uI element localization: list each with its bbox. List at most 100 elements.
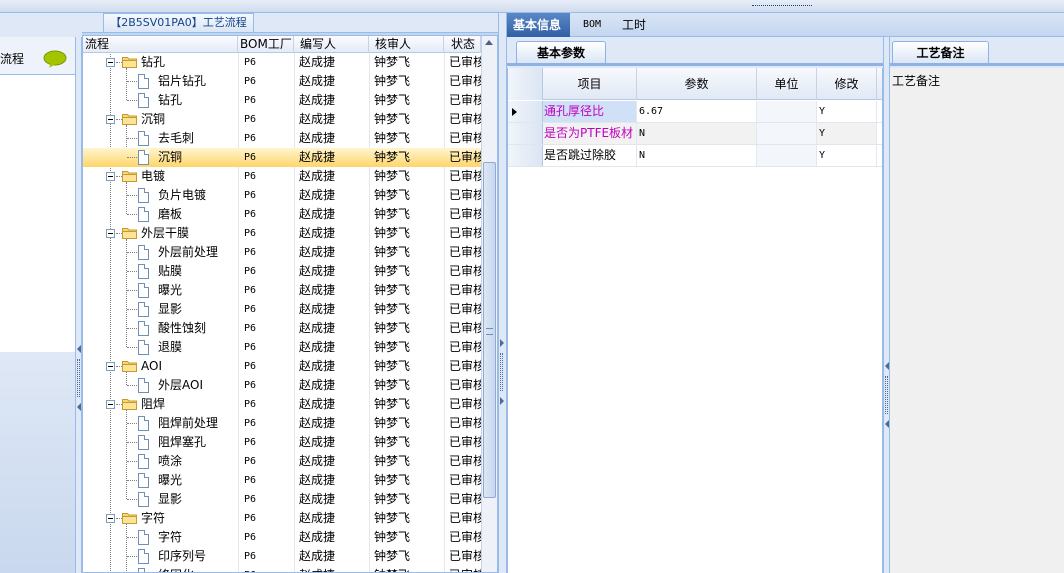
param-value[interactable]: N bbox=[637, 123, 757, 144]
bom-factory: P6 bbox=[244, 399, 257, 410]
reviewer: 钟梦飞 bbox=[374, 131, 411, 145]
top-collapse-strip[interactable] bbox=[0, 0, 1064, 13]
tree-group-row[interactable]: 外层干膜 P6 赵成捷 钟梦飞 已审核 bbox=[83, 224, 481, 243]
tree-group-row[interactable]: 沉铜 P6 赵成捷 钟梦飞 已审核 bbox=[83, 110, 481, 129]
params-tabstrip: 基本参数 bbox=[507, 37, 883, 66]
tree-step-row[interactable]: 外层AOI P6 赵成捷 钟梦飞 已审核 bbox=[83, 376, 481, 395]
tree-connector bbox=[127, 480, 137, 481]
status: 已审核 bbox=[449, 359, 481, 373]
tree-step-row[interactable]: 曝光 P6 赵成捷 钟梦飞 已审核 bbox=[83, 471, 481, 490]
tree-step-row[interactable]: 沉铜 P6 赵成捷 钟梦飞 已审核 bbox=[83, 148, 481, 167]
grid-vertical-scrollbar[interactable] bbox=[481, 36, 497, 572]
tree-group-row[interactable]: AOI P6 赵成捷 钟梦飞 已审核 bbox=[83, 357, 481, 376]
column-header-status[interactable]: 状态 bbox=[444, 36, 481, 53]
column-header-item[interactable]: 项目 bbox=[543, 68, 637, 100]
param-item[interactable]: 通孔厚径比 bbox=[543, 101, 637, 122]
tree-step-row[interactable]: 显影 P6 赵成捷 钟梦飞 已审核 bbox=[83, 490, 481, 509]
column-header-reviewer[interactable]: 核审人 bbox=[369, 36, 444, 53]
collapse-toggle-icon[interactable] bbox=[106, 172, 115, 181]
tree-step-row[interactable]: 终固化 P6 赵成捷 钟梦飞 已审核 bbox=[83, 566, 481, 572]
tree-step-row[interactable]: 印序列号 P6 赵成捷 钟梦飞 已审核 bbox=[83, 547, 481, 566]
tree-group-row[interactable]: 字符 P6 赵成捷 钟梦飞 已审核 bbox=[83, 509, 481, 528]
collapse-toggle-icon[interactable] bbox=[106, 362, 115, 371]
splitter-grip[interactable] bbox=[885, 376, 888, 414]
column-header-value[interactable]: 参数 bbox=[637, 68, 757, 100]
tree-step-row[interactable]: 贴膜 P6 赵成捷 钟梦飞 已审核 bbox=[83, 262, 481, 281]
tree-step-row[interactable]: 磨板 P6 赵成捷 钟梦飞 已审核 bbox=[83, 205, 481, 224]
collapse-right-arrow-icon[interactable] bbox=[500, 339, 504, 347]
collapse-toggle-icon[interactable] bbox=[106, 115, 115, 124]
tree-step-row[interactable]: 阻焊塞孔 P6 赵成捷 钟梦飞 已审核 bbox=[83, 433, 481, 452]
bom-factory: P6 bbox=[244, 513, 257, 524]
writer: 赵成捷 bbox=[299, 55, 336, 69]
scroll-up-arrow-icon[interactable] bbox=[485, 40, 493, 45]
param-value[interactable]: N bbox=[637, 145, 757, 166]
params-grid[interactable]: 项目 参数 单位 修改 通孔厚径比 6.67 Y 是否为PTFE板材 N Y 是否跳过除胶 N… bbox=[507, 68, 883, 573]
right-splitter[interactable] bbox=[883, 37, 890, 573]
tree-step-row[interactable]: 铝片钻孔 P6 赵成捷 钟梦飞 已审核 bbox=[83, 72, 481, 91]
tree-step-row[interactable]: 钻孔 P6 赵成捷 钟梦飞 已审核 bbox=[83, 91, 481, 110]
collapse-right-arrow-icon[interactable] bbox=[500, 397, 504, 405]
row-header[interactable] bbox=[508, 123, 543, 144]
param-item[interactable]: 是否为PTFE板材 bbox=[543, 123, 637, 144]
params-row[interactable]: 通孔厚径比 6.67 Y bbox=[508, 101, 882, 123]
tab-basic-info[interactable]: 基本信息 bbox=[507, 13, 570, 37]
collapse-toggle-icon[interactable] bbox=[106, 58, 115, 67]
column-header-bom-factory[interactable]: BOM工厂 bbox=[238, 36, 294, 53]
tree-step-row[interactable]: 喷涂 P6 赵成捷 钟梦飞 已审核 bbox=[83, 452, 481, 471]
status: 已审核 bbox=[449, 245, 481, 259]
tree-step-row[interactable]: 退膜 P6 赵成捷 钟梦飞 已审核 bbox=[83, 338, 481, 357]
tree-step-row[interactable]: 字符 P6 赵成捷 钟梦飞 已审核 bbox=[83, 528, 481, 547]
collapse-toggle-icon[interactable] bbox=[106, 229, 115, 238]
tree-step-row[interactable]: 去毛刺 P6 赵成捷 钟梦飞 已审核 bbox=[83, 129, 481, 148]
column-header-modify[interactable]: 修改 bbox=[817, 68, 877, 100]
document-icon bbox=[138, 302, 149, 317]
status: 已审核 bbox=[449, 93, 481, 107]
tree-step-row[interactable]: 曝光 P6 赵成捷 钟梦飞 已审核 bbox=[83, 281, 481, 300]
splitter-grip[interactable] bbox=[500, 353, 503, 391]
row-header[interactable] bbox=[508, 145, 543, 166]
row-header[interactable] bbox=[508, 101, 543, 122]
params-row[interactable]: 是否为PTFE板材 N Y bbox=[508, 123, 882, 145]
collapse-left-arrow-icon[interactable] bbox=[77, 403, 81, 411]
document-icon bbox=[138, 473, 149, 488]
collapse-toggle-icon[interactable] bbox=[106, 514, 115, 523]
tree-step-row[interactable]: 酸性蚀刻 P6 赵成捷 钟梦飞 已审核 bbox=[83, 319, 481, 338]
param-unit[interactable] bbox=[757, 145, 817, 166]
tree-group-row[interactable]: 阻焊 P6 赵成捷 钟梦飞 已审核 bbox=[83, 395, 481, 414]
param-modify[interactable]: Y bbox=[817, 123, 877, 144]
process-notes-panel[interactable]: 工艺备注 bbox=[890, 68, 1064, 573]
collapse-arrow-icon[interactable] bbox=[885, 420, 889, 428]
column-header-process[interactable]: 流程 bbox=[83, 36, 238, 53]
tree-group-row[interactable]: 钻孔 P6 赵成捷 钟梦飞 已审核 bbox=[83, 53, 481, 72]
column-header-unit[interactable]: 单位 bbox=[757, 68, 817, 100]
collapse-left-arrow-icon[interactable] bbox=[77, 345, 81, 353]
param-modify[interactable]: Y bbox=[817, 101, 877, 122]
tab-work-hours[interactable]: 工时 bbox=[616, 13, 656, 37]
top-splitter-grip[interactable] bbox=[752, 5, 812, 9]
collapse-toggle-icon[interactable] bbox=[106, 400, 115, 409]
param-unit[interactable] bbox=[757, 101, 817, 122]
tree-group-row[interactable]: 电镀 P6 赵成捷 钟梦飞 已审核 bbox=[83, 167, 481, 186]
tab-process-notes[interactable]: 工艺备注 bbox=[892, 41, 989, 63]
tree-step-row[interactable]: 外层前处理 P6 赵成捷 钟梦飞 已审核 bbox=[83, 243, 481, 262]
process-grid[interactable]: 流程 BOM工厂 编写人 核审人 状态 钻孔P6赵成捷钟梦飞已审核铝片钻孔P6赵… bbox=[82, 35, 498, 573]
tree-step-row[interactable]: 负片电镀 P6 赵成捷 钟梦飞 已审核 bbox=[83, 186, 481, 205]
speech-bubble-icon[interactable] bbox=[42, 50, 68, 68]
param-value[interactable]: 6.67 bbox=[637, 101, 757, 122]
reviewer: 钟梦飞 bbox=[374, 302, 411, 316]
param-unit[interactable] bbox=[757, 123, 817, 144]
middle-splitter[interactable] bbox=[498, 13, 507, 573]
scrollbar-thumb[interactable] bbox=[483, 162, 496, 498]
param-modify[interactable]: Y bbox=[817, 145, 877, 166]
tab-bom[interactable]: BOM bbox=[577, 13, 617, 37]
column-header-writer[interactable]: 编写人 bbox=[294, 36, 369, 53]
splitter-grip[interactable] bbox=[77, 359, 80, 397]
tab-basic-params[interactable]: 基本参数 bbox=[516, 41, 606, 63]
tree-step-row[interactable]: 显影 P6 赵成捷 钟梦飞 已审核 bbox=[83, 300, 481, 319]
status: 已审核 bbox=[449, 55, 481, 69]
tree-step-row[interactable]: 阻焊前处理 P6 赵成捷 钟梦飞 已审核 bbox=[83, 414, 481, 433]
params-row[interactable]: 是否跳过除胶 N Y bbox=[508, 145, 882, 167]
param-item[interactable]: 是否跳过除胶 bbox=[543, 145, 637, 166]
collapse-arrow-icon[interactable] bbox=[885, 362, 889, 370]
